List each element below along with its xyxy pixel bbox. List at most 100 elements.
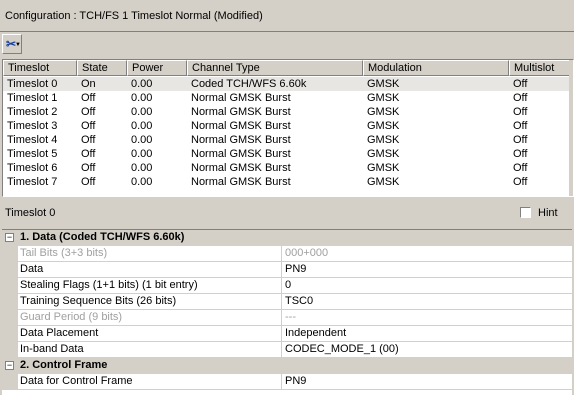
property-gutter xyxy=(2,342,18,358)
cell-modulation: GMSK xyxy=(367,134,400,146)
cell-multislot: Off xyxy=(513,92,528,104)
property-name: Data Placement xyxy=(20,327,99,339)
property-divider xyxy=(281,342,282,357)
property-divider xyxy=(281,246,282,261)
cell-multislot: Off xyxy=(513,120,528,132)
property-gutter xyxy=(2,326,18,342)
hint-checkbox-box[interactable] xyxy=(520,207,531,218)
configuration-title-bar: Configuration : TCH/FS 1 Timeslot Normal… xyxy=(0,0,574,32)
property-category[interactable]: −1. Data (Coded TCH/WFS 6.60k) xyxy=(2,230,572,246)
property-category-title: 2. Control Frame xyxy=(20,359,108,371)
cell-modulation: GMSK xyxy=(367,106,400,118)
column-header-power[interactable]: Power xyxy=(127,60,187,76)
property-row: Guard Period (9 bits) --- xyxy=(2,310,572,326)
property-row[interactable]: In-band Data CODEC_MODE_1 (00) xyxy=(2,342,572,358)
timeslot-row[interactable]: Timeslot 0 On 0.00 Coded TCH/WFS 6.60k GMSK O… xyxy=(3,77,569,91)
cell-state: Off xyxy=(81,106,96,118)
property-row[interactable]: Data PN9 xyxy=(2,262,572,278)
collapse-icon[interactable]: − xyxy=(5,361,14,370)
property-divider xyxy=(281,310,282,325)
property-value: --- xyxy=(285,311,296,323)
cell-channel-type: Normal GMSK Burst xyxy=(191,106,291,118)
timeslot-row[interactable]: Timeslot 1 Off 0.00 Normal GMSK Burst GMSK Of… xyxy=(3,91,569,105)
column-header-timeslot[interactable]: Timeslot xyxy=(3,60,77,76)
cell-timeslot: Timeslot 7 xyxy=(7,176,58,188)
property-name: In-band Data xyxy=(20,343,84,355)
column-header-modulation[interactable]: Modulation xyxy=(363,60,509,76)
property-name: Data xyxy=(20,263,44,275)
cell-power: 0.00 xyxy=(131,120,153,132)
property-gutter xyxy=(2,294,18,310)
cell-timeslot: Timeslot 4 xyxy=(7,134,58,146)
configuration-title: Configuration : TCH/FS 1 Timeslot Normal… xyxy=(5,10,263,22)
property-divider xyxy=(281,374,282,389)
property-row[interactable]: Data Placement Independent xyxy=(2,326,572,342)
property-value[interactable]: CODEC_MODE_1 (00) xyxy=(285,342,399,357)
property-value: 000+000 xyxy=(285,247,329,259)
timeslot-row[interactable]: Timeslot 7 Off 0.00 Normal GMSK Burst GMSK Of… xyxy=(3,175,569,189)
cell-timeslot: Timeslot 6 xyxy=(7,162,58,174)
cell-multislot: Off xyxy=(513,162,528,174)
cell-state: Off xyxy=(81,176,96,188)
column-header-multislot[interactable]: Multislot xyxy=(509,60,573,76)
column-header-channel-type[interactable]: Channel Type xyxy=(187,60,363,76)
property-value[interactable]: PN9 xyxy=(285,374,306,389)
cell-multislot: Off xyxy=(513,148,528,160)
toolbar: ✂ ▼ xyxy=(0,33,574,57)
property-gutter xyxy=(2,278,18,294)
cell-timeslot: Timeslot 1 xyxy=(7,92,58,104)
timeslot-grid: Timeslot State Power Channel Type Modulation… xyxy=(2,59,574,197)
cell-modulation: GMSK xyxy=(367,78,400,90)
cell-modulation: GMSK xyxy=(367,92,400,104)
cell-channel-type: Normal GMSK Burst xyxy=(191,148,291,160)
property-value[interactable]: Independent xyxy=(285,326,346,341)
cell-modulation: GMSK xyxy=(367,148,400,160)
property-value[interactable]: TSC0 xyxy=(285,294,313,309)
cell-multislot: Off xyxy=(513,106,528,118)
property-name: Tail Bits (3+3 bits) xyxy=(20,247,108,259)
cell-channel-type: Normal GMSK Burst xyxy=(191,134,291,146)
cell-state: Off xyxy=(81,120,96,132)
cell-power: 0.00 xyxy=(131,162,153,174)
timeslot-row[interactable]: Timeslot 3 Off 0.00 Normal GMSK Burst GMSK Of… xyxy=(3,119,569,133)
cell-state: On xyxy=(81,78,96,90)
property-name: Guard Period (9 bits) xyxy=(20,311,123,323)
cell-multislot: Off xyxy=(513,134,528,146)
hint-label: Hint xyxy=(538,207,558,219)
cell-timeslot: Timeslot 3 xyxy=(7,120,58,132)
property-row: Tail Bits (3+3 bits) 000+000 xyxy=(2,246,572,262)
cell-timeslot: Timeslot 5 xyxy=(7,148,58,160)
cell-modulation: GMSK xyxy=(367,162,400,174)
cell-multislot: Off xyxy=(513,176,528,188)
cell-timeslot: Timeslot 2 xyxy=(7,106,58,118)
property-category[interactable]: −2. Control Frame xyxy=(2,358,572,374)
cell-power: 0.00 xyxy=(131,92,153,104)
cell-channel-type: Normal GMSK Burst xyxy=(191,92,291,104)
timeslot-row[interactable]: Timeslot 4 Off 0.00 Normal GMSK Burst GMSK Of… xyxy=(3,133,569,147)
cell-multislot: Off xyxy=(513,78,528,90)
vertical-scrollbar[interactable] xyxy=(569,60,573,196)
property-row[interactable]: Training Sequence Bits (26 bits) TSC0 xyxy=(2,294,572,310)
property-row[interactable]: Data for Control Frame PN9 xyxy=(2,374,572,390)
property-gutter xyxy=(2,374,18,390)
timeslot-row[interactable]: Timeslot 6 Off 0.00 Normal GMSK Burst GMSK Of… xyxy=(3,161,569,175)
property-divider xyxy=(281,294,282,309)
timeslot-row[interactable]: Timeslot 2 Off 0.00 Normal GMSK Burst GMSK Of… xyxy=(3,105,569,119)
property-value[interactable]: 0 xyxy=(285,278,291,293)
cell-power: 0.00 xyxy=(131,148,153,160)
property-name: Stealing Flags (1+1 bits) (1 bit entry) xyxy=(20,279,198,291)
collapse-icon[interactable]: − xyxy=(5,233,14,242)
cell-power: 0.00 xyxy=(131,78,153,90)
cell-state: Off xyxy=(81,134,96,146)
property-divider xyxy=(281,262,282,277)
property-row[interactable]: Stealing Flags (1+1 bits) (1 bit entry) 0 xyxy=(2,278,572,294)
cell-channel-type: Normal GMSK Burst xyxy=(191,176,291,188)
property-divider xyxy=(281,326,282,341)
cell-power: 0.00 xyxy=(131,106,153,118)
chevron-down-icon: ▼ xyxy=(15,42,21,48)
timeslot-row[interactable]: Timeslot 5 Off 0.00 Normal GMSK Burst GMSK Of… xyxy=(3,147,569,161)
tools-dropdown-button[interactable]: ✂ ▼ xyxy=(2,34,22,54)
column-header-state[interactable]: State xyxy=(77,60,127,76)
property-value[interactable]: PN9 xyxy=(285,262,306,277)
cell-power: 0.00 xyxy=(131,176,153,188)
